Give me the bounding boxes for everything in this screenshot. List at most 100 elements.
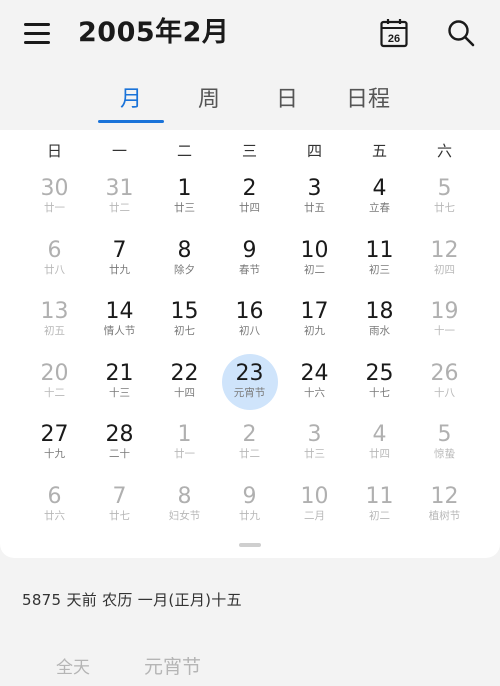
day-cell[interactable]: 22 十四 — [152, 355, 217, 411]
lunar-date: 廿一 — [44, 202, 65, 214]
tab-week[interactable]: 周 — [174, 86, 244, 114]
lunar-date: 初九 — [304, 325, 325, 337]
day-cell[interactable]: 2 廿四 — [217, 170, 282, 226]
day-cell[interactable]: 11 初三 — [347, 232, 412, 288]
day-cell[interactable]: 21 十三 — [87, 355, 152, 411]
day-cell[interactable]: 7 廿七 — [87, 478, 152, 534]
search-icon[interactable] — [446, 18, 476, 48]
day-cell[interactable]: 2 廿二 — [217, 416, 282, 472]
day-cell[interactable]: 12 初四 — [412, 232, 477, 288]
day-cell[interactable]: 6 廿六 — [22, 478, 87, 534]
lunar-date: 妇女节 — [168, 509, 201, 522]
day-cell[interactable]: 4 立春 — [347, 170, 412, 226]
day-number: 4 — [372, 176, 387, 201]
weekday-label: 日 — [46, 142, 62, 160]
lunar-date: 十二 — [44, 386, 65, 399]
day-cell[interactable]: 17 初九 — [282, 293, 347, 349]
day-number: 25 — [365, 360, 394, 386]
day-cell[interactable]: 20 十二 — [22, 355, 87, 411]
lunar-date: 植树节 — [428, 509, 461, 522]
weekday-label: 六 — [436, 142, 452, 160]
lunar-date: 廿六 — [44, 509, 65, 522]
day-number: 27 — [40, 422, 69, 447]
day-cell[interactable]: 5 廿七 — [412, 170, 477, 226]
date-info: 5875 天前 农历 一月(正月)十五 — [22, 591, 242, 609]
lunar-date: 除夕 — [174, 263, 195, 276]
day-cell[interactable]: 12 植树节 — [412, 478, 477, 534]
day-cell[interactable]: 14 情人节 — [87, 293, 152, 349]
day-cell[interactable]: 6 廿八 — [22, 232, 87, 288]
day-cell[interactable]: 7 廿九 — [87, 232, 152, 288]
day-cell[interactable]: 28 二十 — [87, 416, 152, 472]
day-number: 6 — [47, 237, 62, 263]
lunar-date: 十三 — [109, 386, 130, 399]
day-cell[interactable]: 13 初五 — [22, 293, 87, 349]
day-cell[interactable]: 1 廿三 — [152, 170, 217, 226]
weekday-label: 一 — [111, 142, 127, 160]
day-cell[interactable]: 27 十九 — [22, 416, 87, 472]
day-number: 9 — [242, 237, 257, 263]
day-cell[interactable]: 9 春节 — [217, 232, 282, 288]
day-number: 1 — [177, 176, 192, 201]
day-cell[interactable]: 25 十七 — [347, 355, 412, 411]
day-cell[interactable]: 8 除夕 — [152, 232, 217, 288]
tab-day[interactable]: 日 — [252, 86, 322, 114]
day-cell[interactable]: 9 廿九 — [217, 478, 282, 534]
lunar-date: 廿七 — [434, 202, 455, 214]
lunar-date: 廿四 — [369, 448, 390, 460]
event-title: 元宵节 — [144, 656, 202, 678]
day-cell[interactable]: 3 廿五 — [282, 170, 347, 226]
day-cell[interactable]: 10 二月 — [282, 478, 347, 534]
day-cell[interactable]: 5 惊蛰 — [412, 416, 477, 472]
tab-month[interactable]: 月 — [96, 86, 166, 114]
lunar-date: 廿二 — [109, 202, 130, 214]
lunar-date: 廿三 — [304, 448, 325, 460]
day-cell[interactable]: 16 初八 — [217, 293, 282, 349]
day-number: 8 — [177, 483, 192, 509]
day-cell[interactable]: 8 妇女节 — [152, 478, 217, 534]
lunar-date: 二月 — [304, 509, 325, 522]
day-number: 26 — [430, 360, 459, 386]
lunar-date: 初三 — [369, 263, 390, 276]
lunar-date: 廿一 — [174, 448, 195, 460]
lunar-date: 十八 — [434, 386, 455, 399]
lunar-date: 十一 — [434, 325, 455, 337]
lunar-date: 廿二 — [239, 448, 260, 460]
lunar-date: 初二 — [369, 509, 390, 522]
lunar-date: 情人节 — [103, 325, 136, 337]
active-tab-indicator — [98, 120, 164, 123]
weekday-label: 二 — [176, 142, 192, 160]
day-cell[interactable]: 24 十六 — [282, 355, 347, 411]
lunar-date: 廿五 — [304, 202, 325, 214]
tab-agenda[interactable]: 日程 — [333, 86, 403, 114]
day-cell[interactable]: 1 廿一 — [152, 416, 217, 472]
lunar-date: 春节 — [239, 263, 260, 276]
day-cell[interactable]: 15 初七 — [152, 293, 217, 349]
day-cell[interactable]: 3 廿三 — [282, 416, 347, 472]
day-cell-selected[interactable]: 23 元宵节 — [217, 353, 282, 411]
drag-handle[interactable] — [239, 543, 261, 547]
day-number: 11 — [365, 483, 394, 509]
event-item[interactable]: 全天 元宵节 — [0, 640, 500, 686]
lunar-date: 雨水 — [369, 325, 390, 337]
day-cell[interactable]: 10 初二 — [282, 232, 347, 288]
day-number: 3 — [307, 422, 322, 447]
day-cell[interactable]: 4 廿四 — [347, 416, 412, 472]
day-cell[interactable]: 31 廿二 — [87, 170, 152, 226]
day-number: 24 — [300, 360, 329, 386]
day-cell[interactable]: 19 十一 — [412, 293, 477, 349]
day-cell[interactable]: 26 十八 — [412, 355, 477, 411]
day-cell[interactable]: 30 廿一 — [22, 170, 87, 226]
day-cell[interactable]: 11 初二 — [347, 478, 412, 534]
weekday-label: 三 — [241, 142, 257, 160]
today-calendar-icon[interactable]: 26 — [380, 18, 408, 48]
menu-icon[interactable] — [24, 22, 52, 44]
lunar-date: 十六 — [304, 386, 325, 399]
day-number: 3 — [307, 176, 322, 201]
day-number: 30 — [40, 176, 69, 201]
weekday-label: 四 — [306, 142, 322, 160]
day-number: 12 — [430, 483, 459, 509]
page-title[interactable]: 2005年2月 — [78, 14, 229, 52]
day-cell[interactable]: 18 雨水 — [347, 293, 412, 349]
day-number: 5 — [437, 422, 452, 447]
